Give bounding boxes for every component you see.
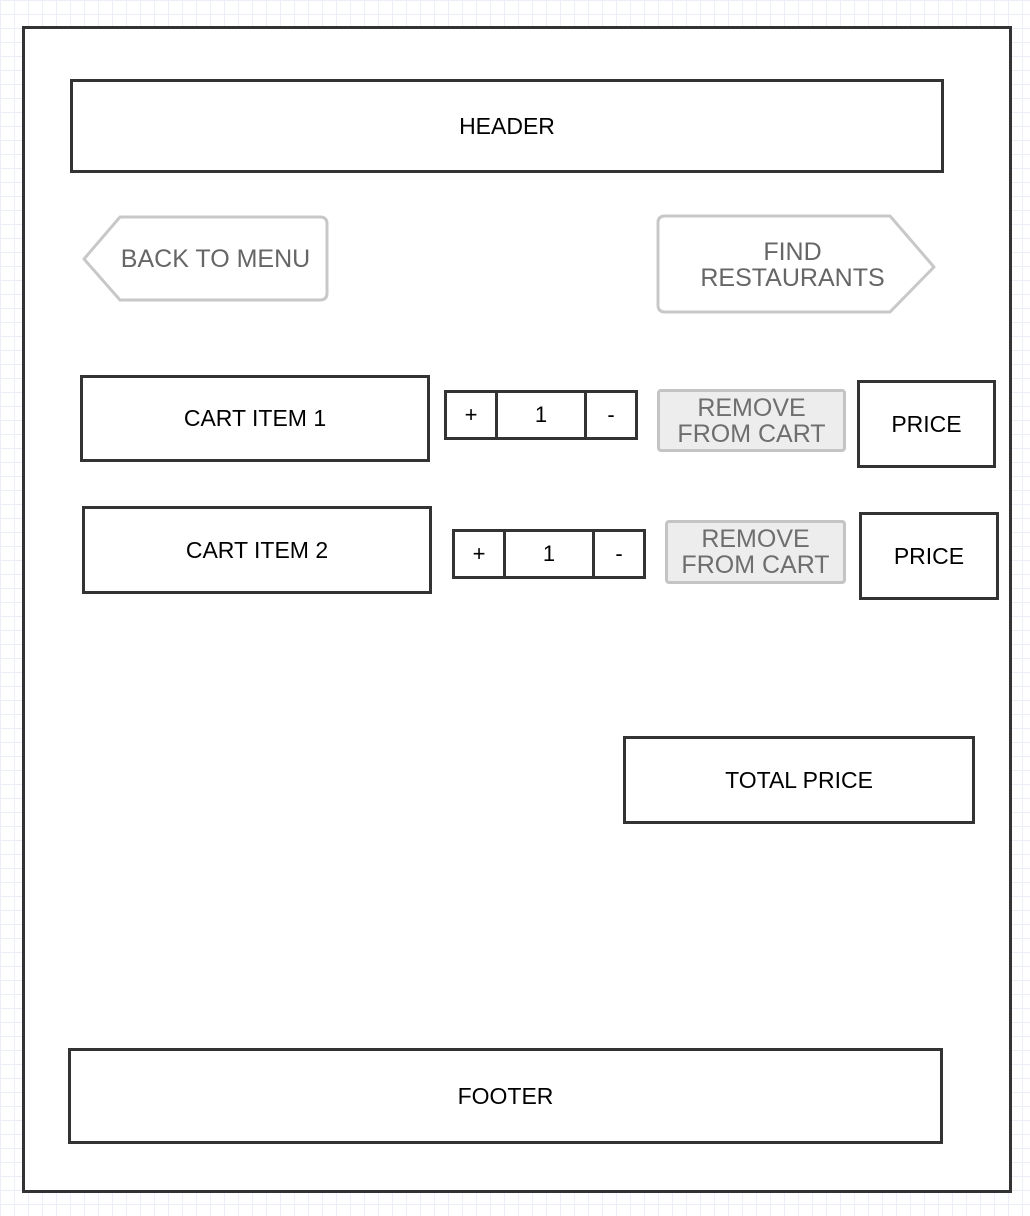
price-1-label: PRICE <box>891 410 962 437</box>
footer: FOOTER <box>68 1048 943 1144</box>
decrement-button-2[interactable]: - <box>595 532 643 576</box>
increment-button-2[interactable]: + <box>455 532 503 576</box>
cart-item-2-label: CART ITEM 2 <box>185 536 329 563</box>
decrement-button-1[interactable]: - <box>587 393 635 437</box>
find-label-line1: FIND <box>763 237 822 266</box>
remove-label-1-line1: REMOVE <box>697 393 806 422</box>
remove-label-1-line2: FROM CART <box>677 419 826 448</box>
wireframe-frame <box>22 26 1012 1193</box>
cart-item-1-label: CART ITEM 1 <box>183 405 327 431</box>
quantity-value-1[interactable]: 1 <box>495 393 587 437</box>
cart-item-1: CART ITEM 1 <box>80 375 430 462</box>
total-price-label: TOTAL PRICE <box>725 766 873 793</box>
remove-label-2-line2: FROM CART <box>681 551 830 579</box>
price-2: PRICE <box>859 512 999 600</box>
remove-label-2-line1: REMOVE <box>701 525 810 553</box>
find-restaurants-button[interactable]: FIND RESTAURANTS <box>655 213 938 316</box>
find-label-line2: RESTAURANTS <box>700 263 885 292</box>
total-price: TOTAL PRICE <box>623 736 975 824</box>
quantity-stepper-2: + 1 - <box>452 529 646 579</box>
header: HEADER <box>70 79 944 173</box>
quantity-value-2[interactable]: 1 <box>503 532 595 576</box>
back-to-menu-button[interactable]: BACK TO MENU <box>80 214 331 304</box>
price-2-label: PRICE <box>893 542 965 569</box>
footer-label: FOOTER <box>457 1082 554 1109</box>
quantity-stepper-1: + 1 - <box>444 390 638 440</box>
cart-item-2: CART ITEM 2 <box>82 506 432 594</box>
header-label: HEADER <box>459 112 555 139</box>
remove-from-cart-button-1[interactable]: REMOVE FROM CART <box>657 389 846 452</box>
increment-button-1[interactable]: + <box>447 393 495 437</box>
back-to-menu-label: BACK TO MENU <box>120 245 311 273</box>
remove-from-cart-button-2[interactable]: REMOVE FROM CART <box>665 520 846 584</box>
price-1: PRICE <box>857 380 996 468</box>
